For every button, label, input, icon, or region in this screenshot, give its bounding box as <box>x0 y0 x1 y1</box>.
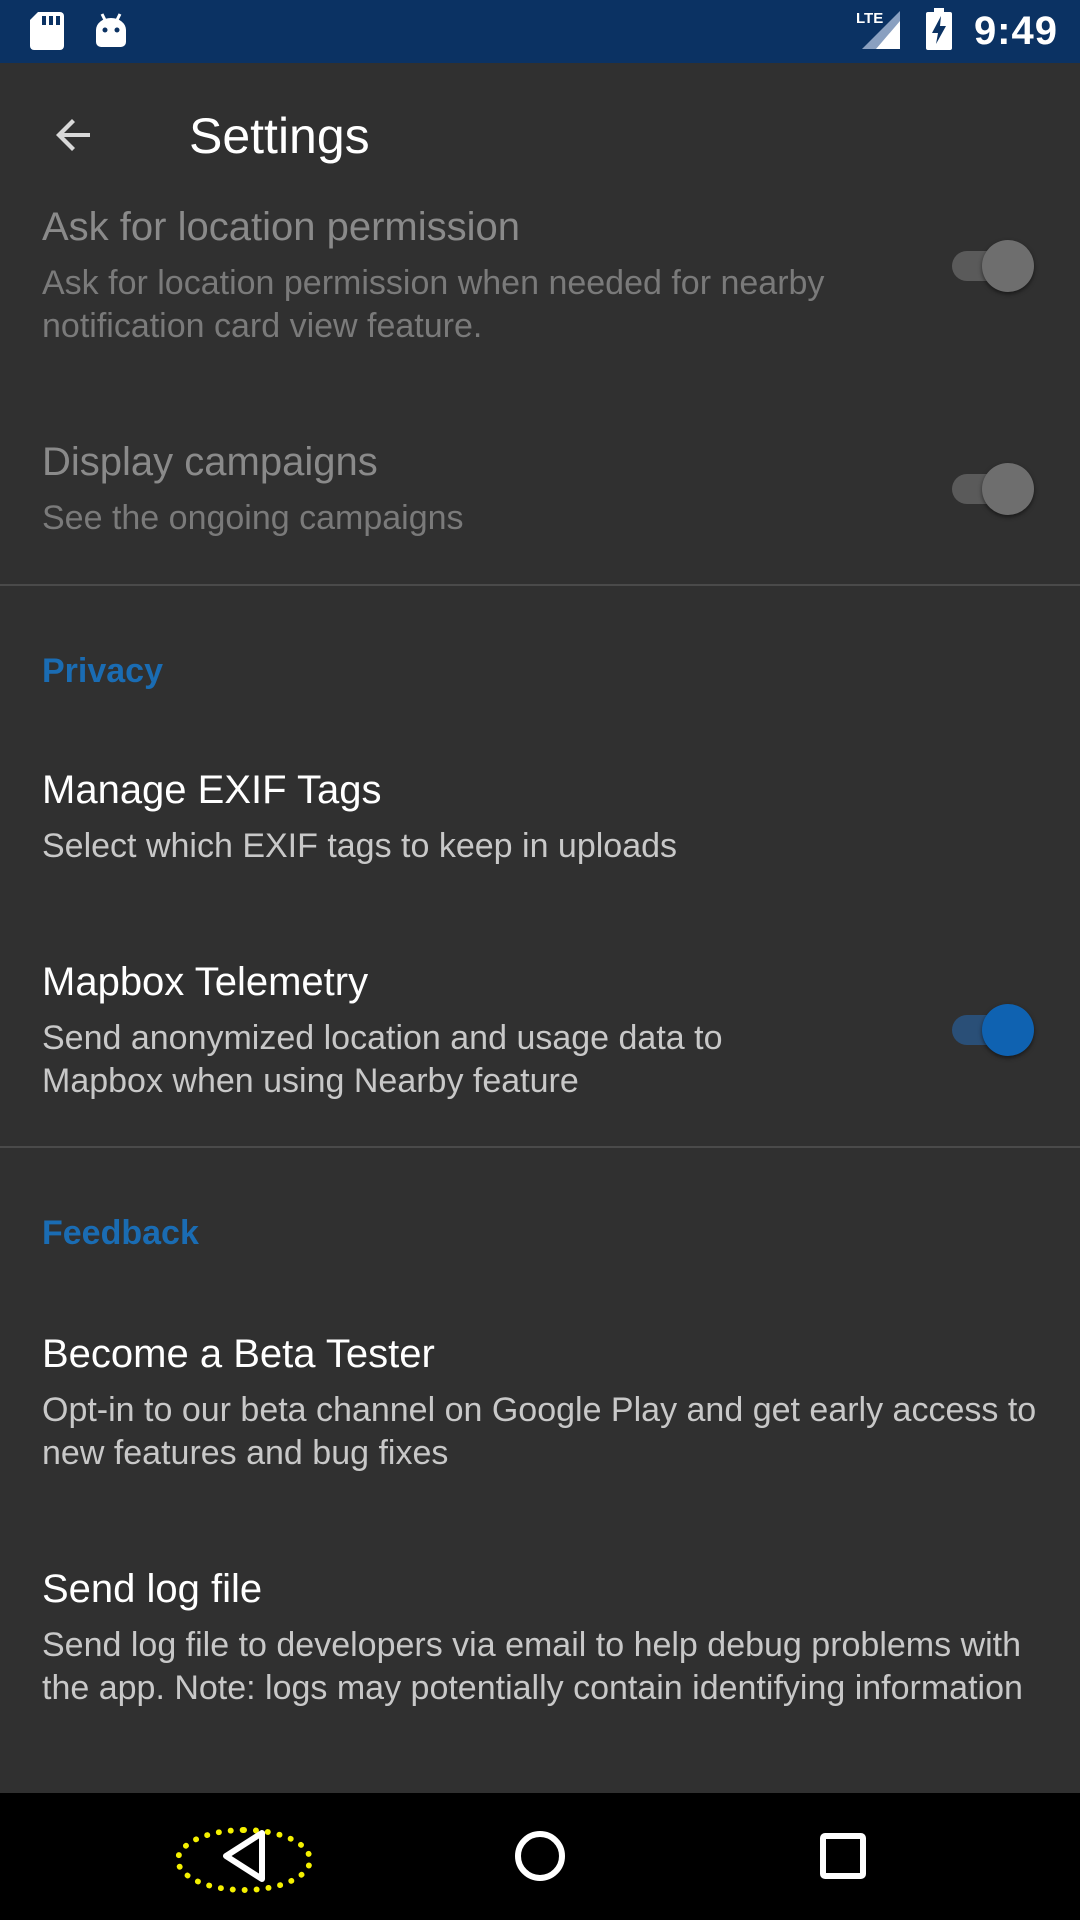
pref-summary: Send anonymized location and usage data … <box>42 1019 723 1100</box>
back-button[interactable] <box>40 103 108 171</box>
pref-become-beta-tester[interactable]: Become a Beta Tester Opt-in to our beta … <box>0 1332 1080 1482</box>
pref-summary: Select which EXIF tags to keep in upload… <box>42 827 678 865</box>
pref-summary: Send log file to developers via email to… <box>42 1626 1023 1707</box>
svg-text:LTE: LTE <box>856 10 883 27</box>
pref-title: Become a Beta Tester <box>42 1332 435 1376</box>
back-nav-icon <box>220 1829 268 1888</box>
sd-card-icon <box>30 12 64 55</box>
pref-title: Manage EXIF Tags <box>42 768 382 812</box>
app-bar: Settings <box>0 63 1080 211</box>
pref-manage-exif-tags[interactable]: Manage EXIF Tags Select which EXIF tags … <box>0 768 1080 878</box>
arrow-back-icon <box>50 111 98 164</box>
pref-title: Display campaigns <box>42 440 378 484</box>
pref-location-permission[interactable]: Ask for location permission Ask for loca… <box>0 205 1080 370</box>
pref-send-log-file[interactable]: Send log file Send log file to developer… <box>0 1567 1080 1757</box>
location-permission-switch[interactable] <box>948 234 1034 294</box>
pref-mapbox-telemetry[interactable]: Mapbox Telemetry Send anonymized locatio… <box>0 960 1080 1110</box>
pref-title: Mapbox Telemetry <box>42 960 369 1004</box>
display-campaigns-switch[interactable] <box>948 457 1034 517</box>
battery-charging-icon <box>925 8 952 55</box>
navigation-bar <box>0 1793 1080 1920</box>
nav-home-button[interactable] <box>485 1803 595 1913</box>
divider <box>0 584 1080 586</box>
category-feedback: Feedback <box>42 1214 199 1252</box>
pref-summary: Opt-in to our beta channel on Google Pla… <box>42 1391 1037 1472</box>
switch-thumb <box>982 1004 1034 1056</box>
mapbox-telemetry-switch[interactable] <box>948 998 1034 1058</box>
home-nav-icon <box>513 1829 567 1888</box>
page-title: Settings <box>189 108 370 164</box>
android-icon <box>94 12 128 55</box>
settings-screen: LTE 9:49 Settings Ask for location permi… <box>0 0 1080 1920</box>
nav-back-button[interactable] <box>189 1803 299 1913</box>
pref-summary: See the ongoing campaigns <box>42 499 464 537</box>
pref-display-campaigns[interactable]: Display campaigns See the ongoing campai… <box>0 440 1080 560</box>
nav-recents-button[interactable] <box>788 1803 898 1913</box>
switch-thumb <box>982 240 1034 292</box>
lte-signal-icon: LTE <box>856 7 904 56</box>
clock: 9:49 <box>973 9 1058 53</box>
status-bar: LTE 9:49 <box>0 0 1080 63</box>
switch-thumb <box>982 463 1034 515</box>
divider <box>0 1146 1080 1148</box>
recents-nav-icon <box>819 1832 867 1885</box>
category-privacy: Privacy <box>42 652 163 690</box>
pref-summary: Ask for location permission when needed … <box>42 264 825 345</box>
pref-title: Ask for location permission <box>42 205 520 249</box>
pref-title: Send log file <box>42 1567 263 1611</box>
